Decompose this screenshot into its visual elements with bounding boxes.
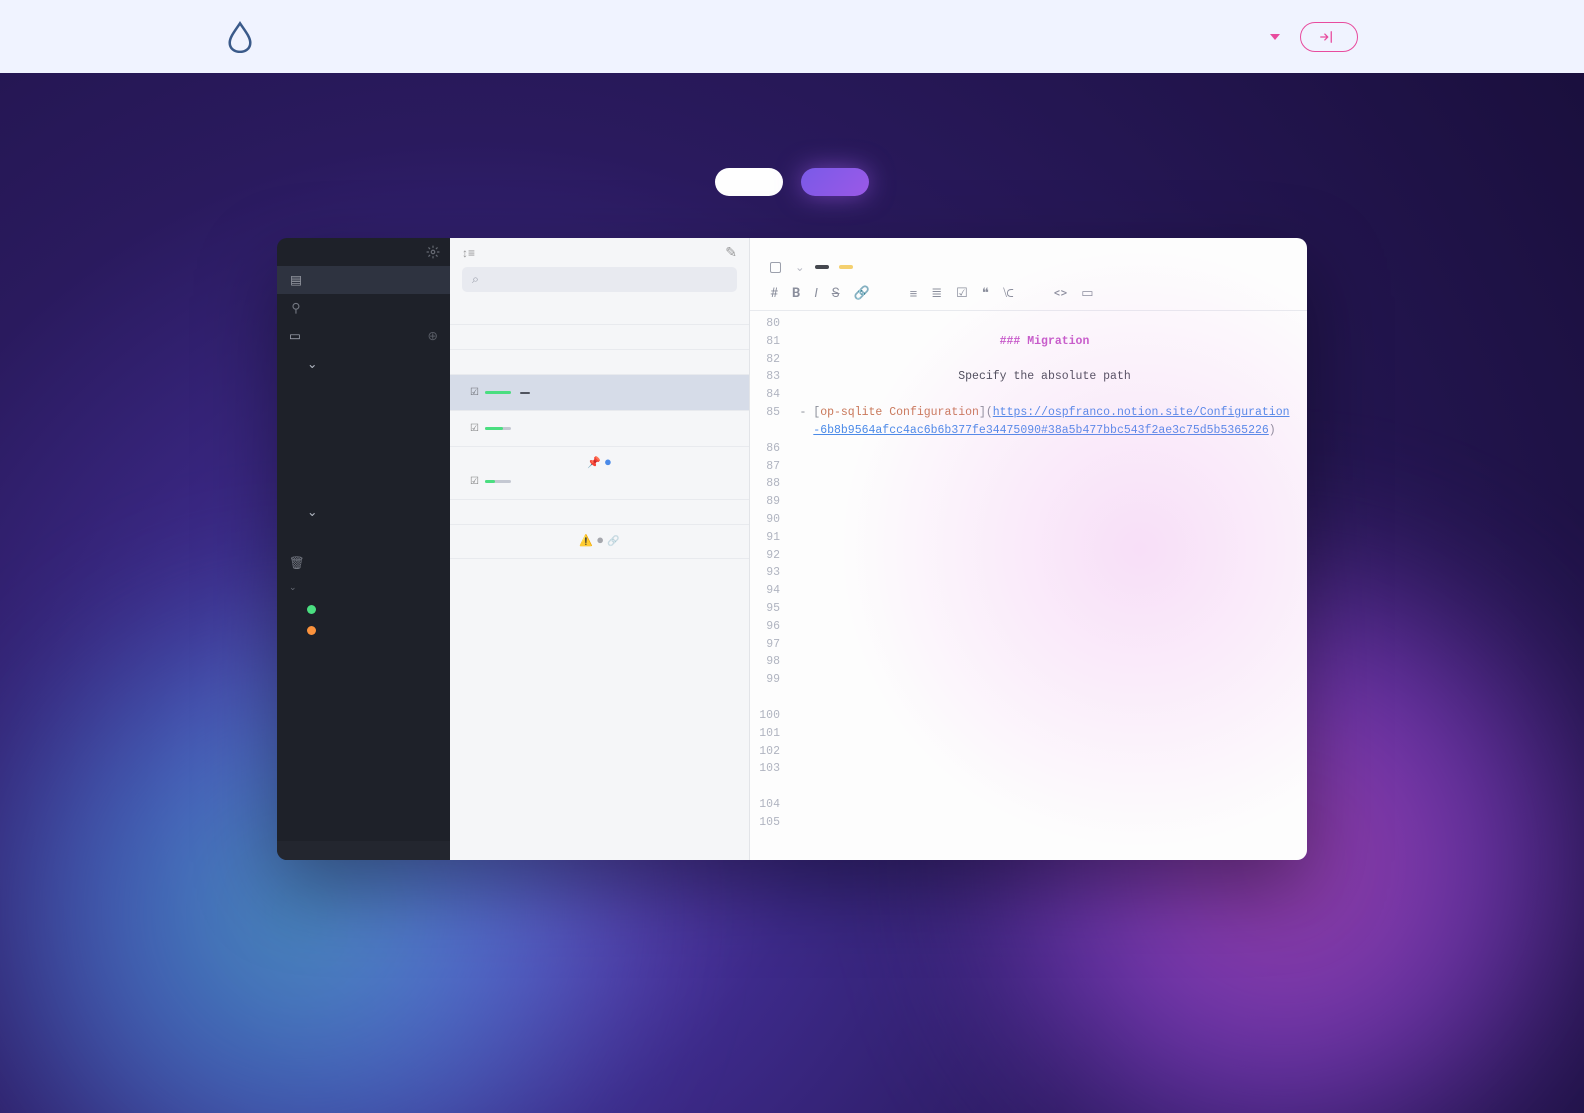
inkdrop-logo-icon <box>226 21 254 53</box>
download-button[interactable] <box>715 168 783 196</box>
add-notebook-icon[interactable]: ⊕ <box>428 328 438 344</box>
chevron-down-icon: ⌄ <box>795 260 805 274</box>
editor-pane: ⌄ # B I S 🔗 ≡ ≣ ☑ ❝ ⟈ <> <box>750 238 1307 860</box>
search-input[interactable] <box>487 273 727 287</box>
checkbox-icon: ☑ <box>470 476 479 487</box>
heading-button[interactable]: # <box>770 286 778 302</box>
bold-button[interactable]: B <box>792 286 800 302</box>
note-item[interactable]: 📌 ● ☑ <box>450 447 749 500</box>
code-button[interactable]: <> <box>1054 286 1067 302</box>
hero-section: ▤ ⚲ ▭ ⊕ ⌄ <box>0 73 1584 1113</box>
sidebar-publishing[interactable]: ⌄ <box>277 498 450 526</box>
search-box[interactable]: ⌕ <box>462 267 737 292</box>
strike-button[interactable]: S <box>832 286 840 302</box>
sidebar-ideas[interactable] <box>277 390 450 402</box>
sidebar-empty[interactable] <box>277 438 450 450</box>
nav-more[interactable] <box>1264 34 1280 40</box>
italic-button[interactable]: I <box>814 286 817 302</box>
main-nav <box>1204 22 1358 52</box>
checkbox-icon: ☑ <box>470 423 479 434</box>
chevron-down-icon: ⌄ <box>307 356 317 372</box>
line-gutter: 8081828384858687888990919293949596979899… <box>750 311 788 860</box>
chevron-down-icon: ⌄ <box>289 583 297 593</box>
ul-button[interactable]: ≡ <box>910 286 918 302</box>
note-item[interactable] <box>450 300 749 325</box>
notebook-breadcrumb[interactable]: ⌄ <box>791 260 805 274</box>
note-item[interactable]: ⚠️ ● 🔗 <box>450 525 749 559</box>
new-note-icon[interactable]: ✎ <box>725 245 737 261</box>
app-sidebar: ▤ ⚲ ▭ ⊕ ⌄ <box>277 238 450 860</box>
sidebar-onhold[interactable] <box>277 620 450 641</box>
gear-icon[interactable] <box>426 245 440 259</box>
code-content[interactable]: ### Migration Specify the absolute path … <box>788 311 1307 860</box>
sidebar-blog[interactable] <box>277 526 450 538</box>
sidebar-active[interactable] <box>277 599 450 620</box>
note-item[interactable] <box>450 325 749 350</box>
trash-icon: 🗑 <box>289 556 303 571</box>
sidebar-status-header[interactable]: ⌄ <box>277 577 450 599</box>
status-dot-icon <box>307 605 316 614</box>
sidebar-notebooks-header[interactable]: ▭ ⊕ <box>277 322 450 350</box>
sidebar-desktop-app[interactable] <box>277 378 450 390</box>
sidebar-tips[interactable] <box>277 538 450 550</box>
codeblock-button[interactable]: ▭ <box>1081 286 1093 302</box>
sidebar-huga[interactable] <box>277 462 450 474</box>
pin-icon: 📌 <box>587 456 601 469</box>
sidebar-trash[interactable]: 🗑 <box>277 550 450 577</box>
notebook-icon: ▭ <box>289 328 301 344</box>
note-item[interactable] <box>450 350 749 375</box>
ol-button[interactable]: ≣ <box>931 286 942 302</box>
site-header <box>0 0 1584 73</box>
quote-button[interactable]: ❝ <box>982 286 989 302</box>
sidebar-hobby[interactable] <box>277 450 450 462</box>
horizontal-rule-button[interactable]: ⟈ <box>1003 286 1014 302</box>
editor-toolbar: # B I S 🔗 ≡ ≣ ☑ ❝ ⟈ <> ▭ <box>750 282 1307 311</box>
status-dot-icon <box>307 626 316 635</box>
tag-database[interactable] <box>839 265 853 269</box>
sort-icon[interactable]: ↕≡ <box>462 246 475 260</box>
sidebar-awesome-saas[interactable]: ⌄ <box>277 350 450 378</box>
trial-button[interactable] <box>801 168 869 196</box>
tag-react-native[interactable] <box>815 265 829 269</box>
pin-icon: ⚲ <box>289 300 303 316</box>
sidebar-website[interactable] <box>277 426 450 438</box>
sidebar-mobile-app[interactable] <box>277 402 450 414</box>
link-icon: 🔗 <box>607 536 619 547</box>
task-button[interactable]: ☑ <box>956 286 968 302</box>
link-button[interactable]: 🔗 <box>853 286 869 302</box>
sidebar-inbox[interactable] <box>277 474 450 486</box>
chevron-down-icon <box>1270 34 1280 40</box>
note-item-selected[interactable]: ☑ <box>450 375 749 411</box>
note-item[interactable]: ☑ <box>450 411 749 447</box>
editor-body[interactable]: 8081828384858687888990919293949596979899… <box>750 311 1307 860</box>
sidebar-all-notes[interactable]: ▤ <box>277 266 450 294</box>
sidebar-learn[interactable] <box>277 486 450 498</box>
chevron-down-icon: ⌄ <box>307 504 317 520</box>
note-item[interactable] <box>450 500 749 525</box>
checkbox-icon: ☑ <box>470 387 479 398</box>
status-checkbox[interactable] <box>770 262 781 273</box>
notes-icon: ▤ <box>289 272 303 288</box>
warning-icon: ⚠️ <box>579 534 593 547</box>
search-icon: ⌕ <box>472 272 479 287</box>
login-button[interactable] <box>1300 22 1358 52</box>
app-screenshot: ▤ ⚲ ▭ ⊕ ⌄ <box>277 238 1307 860</box>
sidebar-pinned[interactable]: ⚲ <box>277 294 450 322</box>
logo[interactable] <box>226 21 264 53</box>
note-list: ↕≡ ✎ ⌕ <box>450 238 750 860</box>
note-title[interactable] <box>750 238 1307 260</box>
sidebar-footer[interactable] <box>277 841 450 860</box>
sidebar-operations[interactable] <box>277 414 450 426</box>
login-icon <box>1319 30 1333 44</box>
